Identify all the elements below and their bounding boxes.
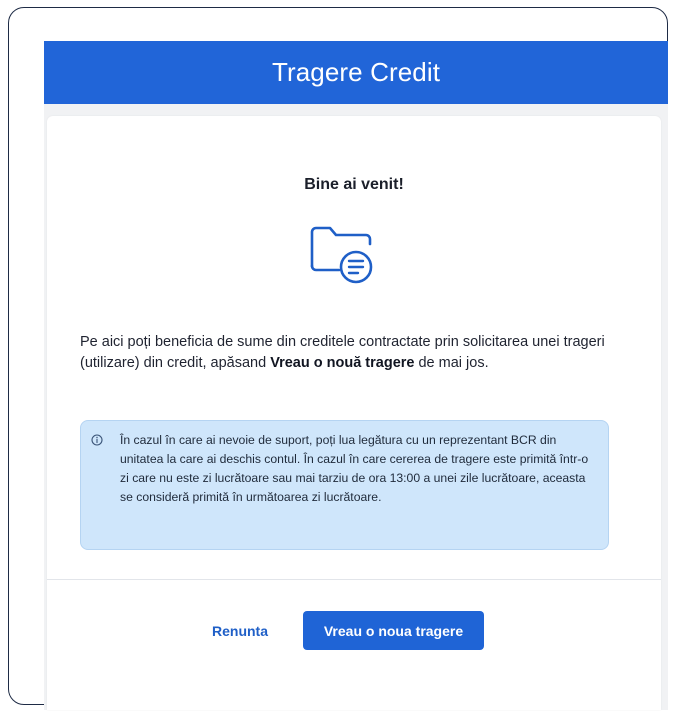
intro-text-end: de mai jos. (414, 355, 489, 371)
folder-document-icon (310, 226, 373, 284)
card-divider (47, 579, 661, 580)
cancel-button[interactable]: Renunta (212, 613, 268, 649)
welcome-heading: Bine ai venit! (304, 176, 404, 193)
new-draw-request-button[interactable]: Vreau o noua tragere (303, 611, 484, 650)
info-notice-text: În cazul în care ai nevoie de suport, po… (120, 433, 589, 504)
page-header: Tragere Credit (44, 41, 668, 104)
info-notice: În cazul în care ai nevoie de suport, po… (80, 420, 609, 550)
credit-draw-window: Tragere Credit Bine ai venit! Pe aici po… (44, 41, 668, 710)
page-title: Tragere Credit (271, 57, 441, 87)
intro-bold-action: Vreau o nouă tragere (270, 355, 415, 371)
welcome-card: Bine ai venit! Pe aici poți beneficia de… (47, 116, 661, 710)
intro-paragraph: Pe aici poți beneficia de sume din credi… (80, 332, 620, 374)
info-circle-icon (91, 434, 103, 446)
